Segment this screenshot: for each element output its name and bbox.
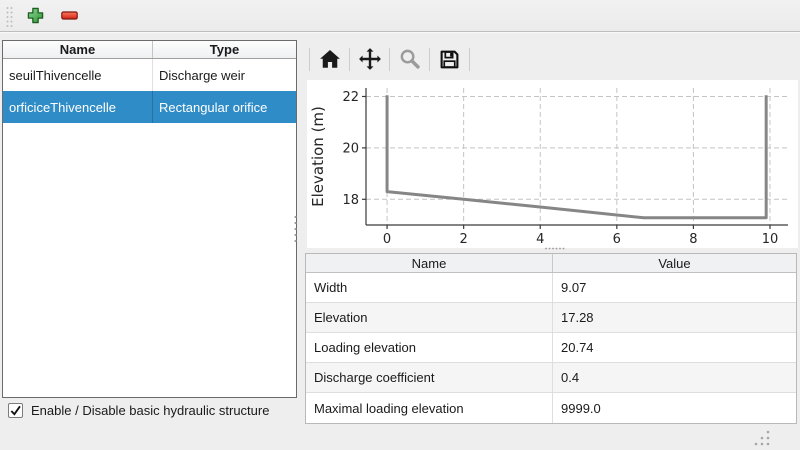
plot-zoom-button[interactable]	[390, 43, 429, 75]
structure-row[interactable]: seuilThivencelle Discharge weir	[3, 59, 296, 91]
plot-save-button[interactable]	[430, 43, 469, 75]
properties-header-name[interactable]: Name	[306, 254, 553, 272]
svg-text:22: 22	[342, 90, 359, 105]
svg-text:6: 6	[613, 232, 621, 247]
window-resize-grip[interactable]	[752, 428, 772, 448]
toolbar-drag-handle[interactable]	[5, 5, 14, 27]
plot-home-button[interactable]	[310, 43, 349, 75]
property-row[interactable]: Discharge coefficient 0.4	[306, 363, 796, 393]
structures-header-name[interactable]: Name	[3, 41, 153, 58]
toolbar-separator	[469, 48, 470, 71]
svg-text:18: 18	[342, 193, 359, 208]
plot-canvas[interactable]: 0 2 4 6 8 10 18 20 22 Elevation (m)	[307, 80, 798, 248]
enable-structure-checkbox[interactable]: Enable / Disable basic hydraulic structu…	[8, 403, 269, 418]
structures-header-type[interactable]: Type	[153, 41, 296, 58]
home-icon	[319, 49, 341, 69]
remove-structure-button[interactable]	[56, 3, 82, 29]
svg-text:20: 20	[342, 141, 359, 156]
property-value-cell[interactable]: 9.07	[553, 273, 796, 302]
structures-table-header: Name Type	[3, 41, 296, 59]
checkbox-label: Enable / Disable basic hydraulic structu…	[31, 403, 269, 418]
property-name-cell: Maximal loading elevation	[306, 393, 553, 423]
structures-table: Name Type seuilThivencelle Discharge wei…	[2, 40, 297, 398]
svg-text:8: 8	[689, 232, 697, 247]
svg-text:10: 10	[762, 232, 779, 247]
structure-row[interactable]: orficiceThivencelle Rectangular orifice	[3, 91, 296, 123]
structure-type-cell[interactable]: Rectangular orifice	[153, 91, 296, 123]
property-row[interactable]: Width 9.07	[306, 273, 796, 303]
property-name-cell: Loading elevation	[306, 333, 553, 362]
property-value-cell[interactable]: 9999.0	[553, 393, 796, 423]
save-floppy-icon	[439, 49, 460, 70]
main-toolbar	[0, 0, 800, 32]
property-row[interactable]: Maximal loading elevation 9999.0	[306, 393, 796, 423]
add-structure-button[interactable]	[22, 3, 48, 29]
properties-table: Name Value Width 9.07 Elevation 17.28 Lo…	[305, 253, 797, 424]
property-value-cell[interactable]: 20.74	[553, 333, 796, 362]
property-value-cell[interactable]: 0.4	[553, 363, 796, 392]
svg-text:0: 0	[383, 232, 391, 247]
checkbox-box[interactable]	[8, 403, 23, 418]
plot-pan-button[interactable]	[350, 43, 389, 75]
magnifier-icon	[399, 48, 421, 70]
structure-name-cell[interactable]: orficiceThivencelle	[3, 91, 153, 123]
elevation-profile-chart: 0 2 4 6 8 10 18 20 22 Elevation (m)	[307, 80, 798, 248]
structure-type-cell[interactable]: Discharge weir	[153, 59, 296, 91]
horizontal-splitter-handle[interactable]	[544, 246, 566, 251]
move-arrows-icon	[358, 47, 382, 71]
minus-icon	[61, 11, 78, 20]
properties-header-value[interactable]: Value	[553, 254, 796, 272]
plus-icon	[27, 7, 44, 24]
properties-table-header: Name Value	[306, 254, 796, 273]
structure-name-cell[interactable]: seuilThivencelle	[3, 59, 153, 91]
property-name-cell: Discharge coefficient	[306, 363, 553, 392]
svg-text:2: 2	[460, 232, 468, 247]
checkmark-icon	[9, 404, 22, 417]
vertical-splitter-handle[interactable]	[293, 214, 298, 244]
property-value-cell[interactable]: 17.28	[553, 303, 796, 332]
property-name-cell: Elevation	[306, 303, 553, 332]
svg-text:4: 4	[536, 232, 544, 247]
svg-text:Elevation (m): Elevation (m)	[309, 106, 327, 207]
property-name-cell: Width	[306, 273, 553, 302]
property-row[interactable]: Loading elevation 20.74	[306, 333, 796, 363]
property-row[interactable]: Elevation 17.28	[306, 303, 796, 333]
plot-toolbar	[309, 42, 470, 76]
